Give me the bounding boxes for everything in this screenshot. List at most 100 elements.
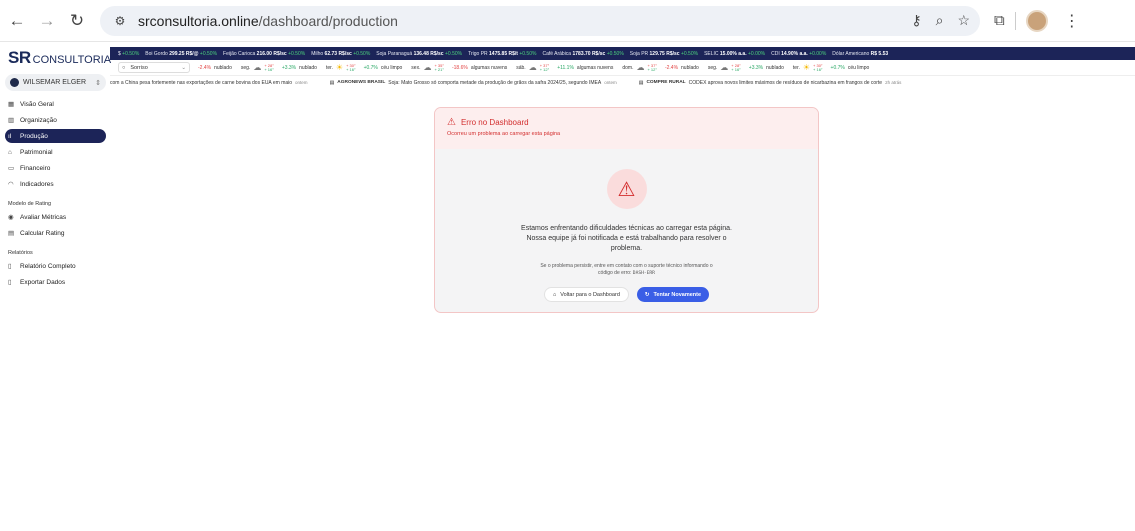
ticker-value: 62.73 R$/sc: [324, 50, 352, 57]
news-item[interactable]: ▤ COMPRE RURAL CODEX aprova novos limites …: [639, 80, 902, 86]
home-icon: ⌂: [552, 291, 557, 298]
ticker-value: 1475.85 R$/t: [489, 50, 518, 57]
error-help: Se o problema persistir, entre em contat…: [540, 263, 713, 276]
ticker-name: Trigo PR: [468, 50, 488, 57]
weather-strip: ○ Sorriso ⌄ -2.4% nublado seg. ☁ + 28° + 16° +…: [110, 60, 1135, 76]
grid-icon: ▦: [8, 101, 15, 108]
sidebar-item-relatorio-completo[interactable]: ▯ Relatório Completo: [8, 259, 106, 273]
weather-change: -2.4%: [198, 64, 212, 71]
sidebar-item-patrimonial[interactable]: ⌂ Patrimonial: [5, 145, 106, 159]
target-icon: ◉: [8, 214, 14, 221]
brand-logo[interactable]: SR CONSULTORIA: [0, 48, 112, 70]
sidebar-item-calcular-rating[interactable]: ▤ Calcular Rating: [8, 226, 106, 240]
chevron-down-icon: ⌄: [181, 64, 186, 71]
bookmark-star-icon[interactable]: ☆: [957, 12, 970, 29]
weather-day: +3.3% nublado ter. ☀ + 30° + 16°: [282, 63, 356, 72]
retry-button[interactable]: ↻ Tentar Novamente: [636, 287, 710, 302]
ticker-item: Milho 62.73 R$/sc +0.50%: [311, 51, 370, 57]
weather-change: +3.3%: [748, 64, 764, 71]
ticker-item: $ +0.50%: [118, 51, 139, 57]
ticker-change: +0.50%: [444, 50, 463, 57]
cloud-icon: ☁: [253, 63, 262, 72]
news-headline: CODEX aprova novos limites máximos de re…: [688, 79, 883, 86]
news-time: ontem: [295, 80, 308, 85]
weather-day: -2.4% nublado seg. ☁ + 28° + 16°: [198, 63, 274, 72]
sidebar-item-indicadores[interactable]: ◠ Indicadores: [5, 177, 106, 191]
weather-day: -2.4% nublado seg. ☁ + 28° + 16°: [665, 63, 741, 72]
sun-icon: ☀: [335, 63, 344, 72]
temp-low: + 16°: [731, 66, 741, 72]
site-info-icon[interactable]: ⚙: [110, 11, 130, 31]
ticker-change: +0.50%: [606, 50, 624, 57]
weather-desc: céu limpo: [847, 64, 870, 71]
temp-low: + 16°: [813, 66, 823, 72]
ticker-name: Dólar Americano: [832, 50, 870, 57]
sidebar-item-exportar-dados[interactable]: ▯ Exportar Dados: [8, 275, 106, 289]
sidebar-item-organizacao[interactable]: ▥ Organização: [5, 113, 106, 127]
address-bar[interactable]: ⚙ srconsultoria.online/dashboard/product…: [100, 5, 980, 36]
sidebar-item-producao[interactable]: ıl Produção: [5, 129, 106, 143]
weather-day-label: seg.: [707, 64, 718, 71]
extensions-icon[interactable]: ⧉: [994, 12, 1005, 29]
brand-consultoria: CONSULTORIA: [32, 54, 112, 66]
forward-icon[interactable]: →: [34, 8, 60, 34]
chevron-updown-icon: ⇕: [95, 79, 101, 87]
ticker-name: Café Arábica: [542, 50, 572, 57]
ticker-name: Milho: [311, 50, 324, 57]
weather-desc: nublado: [681, 64, 699, 71]
ticker-item: Café Arábica 1783.70 R$/sc +0.50%: [542, 51, 623, 57]
building-icon: ▥: [8, 117, 15, 124]
section-modelo-rating: Modelo de Rating: [8, 201, 52, 207]
menu-kebab-icon[interactable]: ⋮: [1058, 11, 1086, 31]
weather-day: +3.3% nublado ter. ☀ + 30° + 16°: [749, 63, 823, 72]
ticker-name: CDI: [771, 50, 780, 57]
weather-temps: + 28° + 16°: [264, 63, 274, 72]
back-icon[interactable]: ←: [4, 8, 30, 34]
sidebar-item-avaliar-metricas[interactable]: ◉ Avaliar Métricas: [8, 210, 106, 224]
reload-icon[interactable]: ↻: [64, 8, 90, 34]
temp-low: + 12°: [647, 66, 657, 72]
export-icon: ▯: [8, 279, 12, 286]
back-to-dashboard-button[interactable]: ⌂ Voltar para o Dashboard: [543, 287, 629, 302]
city-select[interactable]: ○ Sorriso ⌄: [118, 62, 190, 73]
weather-temps: + 30° + 16°: [813, 63, 823, 72]
error-subtitle: Ocorreu um problema ao carregar esta pág…: [447, 131, 561, 137]
news-item[interactable]: com a China pesa fortemente nas exportaç…: [110, 80, 308, 86]
ticker-value: 136.48 R$/sc: [413, 50, 444, 57]
weather-change: +0.7%: [363, 64, 378, 71]
sidebar-item-financeiro[interactable]: ▭ Financeiro: [5, 161, 106, 175]
ticker-item: Feijão Carioca 216.00 R$/sc +0.50%: [223, 51, 305, 57]
password-key-icon[interactable]: ⚷: [911, 12, 921, 29]
temp-low: + 16°: [264, 66, 274, 72]
user-selector[interactable]: WILSEMAR ELGER ⇕: [5, 74, 106, 91]
weather-day: +0.7% céu limpo: [831, 65, 870, 71]
ticker-name: Soja Paranaguá: [376, 50, 413, 57]
warning-icon: ⚠: [447, 117, 456, 128]
ticker-value: 216.00 R$/sc: [256, 50, 287, 57]
main-content: $ +0.50% Boi Gordo 299.25 R$/@ +0.50% Feij…: [110, 42, 1135, 531]
weather-temps: + 37° + 12°: [647, 63, 657, 72]
zoom-icon[interactable]: ⌕: [936, 12, 944, 29]
weather-change: -2.4%: [664, 64, 679, 71]
brand-sr: SR: [8, 48, 31, 67]
sidebar-item-visao-geral[interactable]: ▦ Visão Geral: [5, 97, 106, 111]
weather-temps: + 37° + 12°: [540, 63, 550, 72]
newspaper-icon: ▤: [329, 79, 335, 86]
ticker-value: R$ 5.53: [870, 50, 889, 57]
weather-day-label: sex.: [411, 64, 421, 71]
url-text[interactable]: srconsultoria.online/dashboard/productio…: [138, 13, 398, 29]
profile-avatar[interactable]: [1025, 9, 1048, 32]
gauge-icon: ◠: [8, 181, 14, 188]
ticker-name: Feijão Carioca: [223, 50, 256, 57]
ticker-change: +0.50%: [199, 50, 218, 57]
ticker-item: Trigo PR 1475.85 R$/t +0.50%: [468, 51, 536, 57]
ticker-name: SELIC: [704, 50, 719, 57]
sun-icon: ☀: [802, 63, 811, 72]
error-card: ⚠ Erro no Dashboard Ocorreu um problema …: [434, 107, 819, 313]
ticker-item: SELIC 15.00% a.a. +0.00%: [704, 51, 765, 57]
weather-desc: algumas nuvens: [470, 64, 508, 71]
refresh-icon: ↻: [644, 291, 650, 298]
news-headline: com a China pesa fortemente nas exportaç…: [110, 79, 293, 86]
news-item[interactable]: ▤ AGRONEWS BRASIL Soja: Mato Grosso só com…: [330, 80, 617, 86]
ticker-change: +0.50%: [122, 50, 140, 57]
